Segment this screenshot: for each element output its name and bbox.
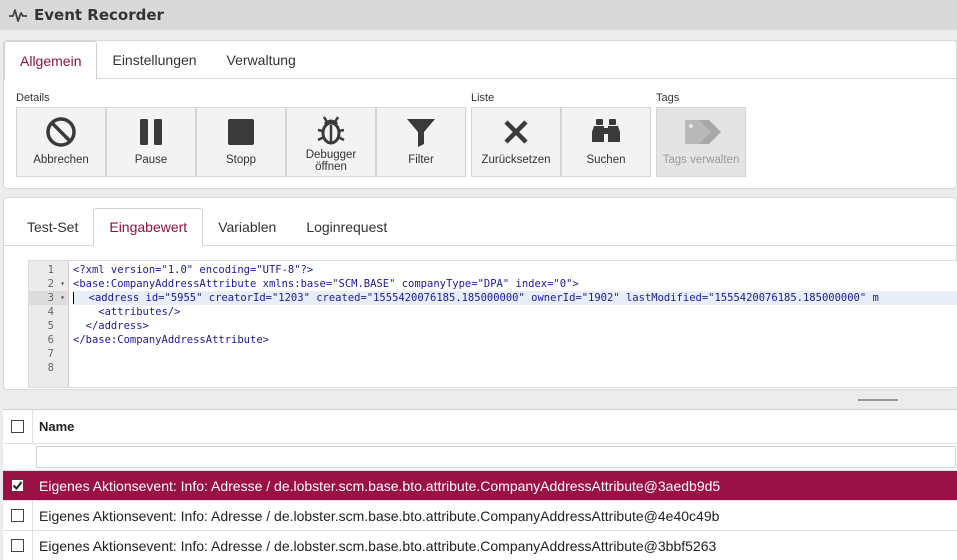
row-checkbox[interactable]: [11, 509, 24, 522]
select-all-checkbox[interactable]: [11, 420, 24, 433]
line-number: 5: [47, 320, 54, 332]
abbrechen-button[interactable]: Abbrechen: [16, 107, 106, 177]
pause-button[interactable]: Pause: [106, 107, 196, 177]
cancel-icon: [46, 117, 76, 147]
tags-icon: [685, 120, 721, 144]
row-check-cell: [3, 531, 33, 560]
main-tabs: Allgemein Einstellungen Verwaltung: [4, 41, 956, 80]
window-title: Event Recorder: [34, 6, 164, 24]
code-line: </address>: [73, 320, 149, 332]
group-label-liste: Liste: [471, 92, 495, 104]
row-checkbox[interactable]: [11, 479, 24, 492]
stop-icon: [228, 119, 254, 145]
line-number: 7: [47, 348, 54, 360]
filter-spacer: [3, 444, 33, 470]
abbrechen-label: Abbrechen: [33, 154, 89, 166]
code-line: <base:CompanyAddressAttribute xmlns:base…: [73, 278, 579, 290]
table-row[interactable]: Eigenes Aktionsevent: Info: Adresse / de…: [3, 471, 957, 501]
tab-verwaltung[interactable]: Verwaltung: [212, 41, 311, 79]
line-number: 4: [47, 306, 54, 318]
pause-icon: [140, 119, 162, 145]
fold-toggle-icon[interactable]: ▾: [60, 291, 65, 305]
funnel-icon: [407, 119, 435, 147]
grid-filter-row: [3, 444, 957, 471]
tab-loginrequest[interactable]: Loginrequest: [291, 208, 402, 245]
checkmark-icon: [12, 481, 23, 491]
zuruecksetzen-button[interactable]: Zurücksetzen: [471, 107, 561, 177]
xml-editor[interactable]: 1 2 ▾ 3 ▾ 4 5 6 7 8 <?xml version="1.0" en…: [28, 260, 957, 388]
row-name: Eigenes Aktionsevent: Info: Adresse / de…: [39, 477, 721, 494]
row-name: Eigenes Aktionsevent: Info: Adresse / de…: [39, 537, 717, 554]
row-name: Eigenes Aktionsevent: Info: Adresse / de…: [39, 507, 720, 524]
filter-label: Filter: [408, 154, 434, 166]
filter-button[interactable]: Filter: [376, 107, 466, 177]
suchen-label: Suchen: [586, 154, 626, 166]
column-header-name[interactable]: Name: [33, 419, 74, 434]
tab-allgemein[interactable]: Allgemein: [4, 41, 98, 80]
code-line: <attributes/>: [73, 306, 181, 318]
stopp-button[interactable]: Stopp: [196, 107, 286, 177]
line-number-current: 3 ▾: [29, 291, 68, 305]
tab-variablen[interactable]: Variablen: [203, 208, 291, 245]
close-icon: [504, 120, 528, 144]
text-cursor: [73, 292, 74, 304]
line-number-text: 2: [47, 278, 54, 290]
splitter-handle[interactable]: [858, 399, 898, 401]
fold-toggle-icon[interactable]: ▾: [60, 277, 65, 291]
debugger-label-line2: öffnen: [315, 161, 347, 173]
line-number-gutter: 1 2 ▾ 3 ▾ 4 5 6 7 8: [29, 261, 69, 387]
pause-label: Pause: [134, 154, 168, 166]
line-number: 2 ▾: [29, 277, 68, 291]
row-check-cell: [3, 501, 33, 530]
grid-header: Name: [3, 410, 957, 444]
code-line: <?xml version="1.0" encoding="UTF-8"?>: [73, 264, 314, 276]
zuruecksetzen-label: Zurücksetzen: [481, 154, 551, 166]
debugger-label-line1: Debugger: [305, 149, 357, 161]
title-bar: Event Recorder: [0, 0, 957, 30]
row-check-cell: [3, 471, 33, 500]
detail-panel: Test-Set Eingabewert Variablen Loginrequ…: [3, 197, 957, 390]
group-label-tags: Tags: [656, 92, 680, 104]
tab-einstellungen[interactable]: Einstellungen: [97, 41, 211, 79]
suchen-button[interactable]: Suchen: [561, 107, 651, 177]
tab-eingabewert[interactable]: Eingabewert: [93, 208, 204, 246]
bug-icon: [317, 116, 345, 145]
event-grid: Name Eigenes Aktionsevent: Info: Adresse…: [3, 409, 957, 560]
code-area[interactable]: <?xml version="1.0" encoding="UTF-8"?> <…: [73, 261, 957, 375]
tab-test-set[interactable]: Test-Set: [12, 208, 93, 245]
line-number-text: 3: [47, 292, 54, 304]
table-row[interactable]: Eigenes Aktionsevent: Info: Adresse / de…: [3, 501, 957, 531]
table-row[interactable]: Eigenes Aktionsevent: Info: Adresse / de…: [3, 531, 957, 560]
debugger-label: Debugger öffnen: [306, 149, 357, 173]
debugger-button[interactable]: Debugger öffnen: [286, 107, 376, 177]
activity-icon: [9, 9, 27, 22]
row-checkbox[interactable]: [11, 539, 24, 552]
select-all-cell: [3, 410, 33, 443]
code-line-current: <address id="5955" creatorId="1203" crea…: [73, 291, 957, 305]
tags-verwalten-label: Tags verwalten: [662, 154, 740, 166]
stopp-label: Stopp: [225, 154, 257, 166]
detail-tabs: Test-Set Eingabewert Variablen Loginrequ…: [4, 198, 956, 246]
tags-verwalten-button[interactable]: Tags verwalten: [656, 107, 746, 177]
name-filter-input[interactable]: [36, 446, 956, 468]
code-line-text: <address id="5955" creatorId="1203" crea…: [76, 292, 879, 304]
code-line: </base:CompanyAddressAttribute>: [73, 334, 269, 346]
line-number: 1: [47, 264, 54, 276]
binoculars-icon: [592, 119, 620, 142]
line-number: 8: [47, 362, 54, 374]
line-number: 6: [47, 334, 54, 346]
toolbar-panel: Allgemein Einstellungen Verwaltung Detai…: [3, 40, 957, 189]
group-label-details: Details: [16, 92, 50, 104]
